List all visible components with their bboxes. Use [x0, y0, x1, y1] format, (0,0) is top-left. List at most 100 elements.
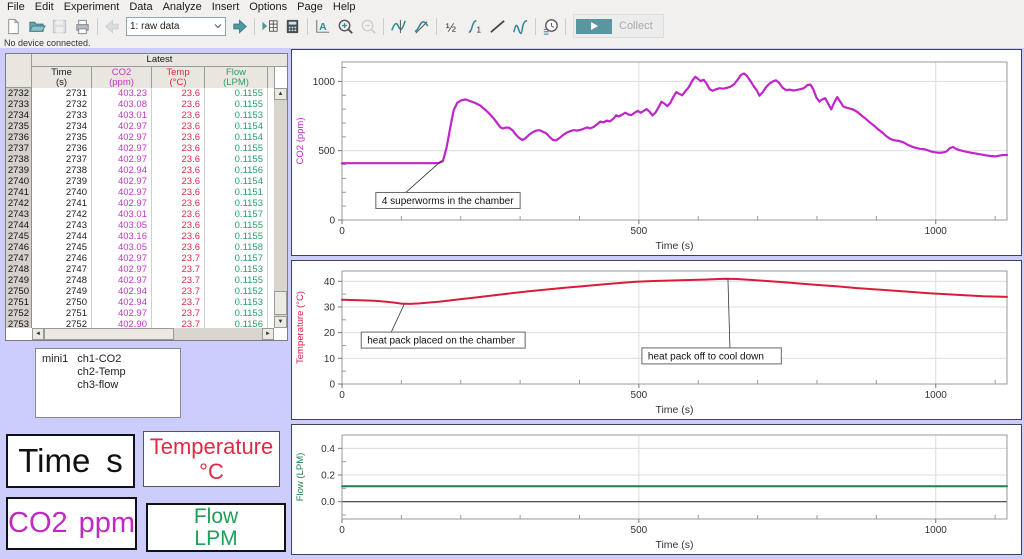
- chart-annotation[interactable]: 4 superworms in the chamber: [376, 192, 520, 208]
- column-header-co2[interactable]: CO2(ppm): [92, 67, 152, 89]
- previous-page-button[interactable]: [101, 16, 124, 37]
- vertical-scroll-thumb[interactable]: [274, 291, 287, 315]
- table-row[interactable]: 27322731403.2323.60.1155: [6, 88, 274, 99]
- menu-item-data[interactable]: Data: [124, 1, 157, 13]
- table-row[interactable]: 27522751402.9723.70.1153: [6, 308, 274, 319]
- temperature-chart-panel[interactable]: 05001000010203040Temperature (°C)Time (s…: [291, 260, 1022, 420]
- toolbar: 1: raw data A ½1 Collect: [0, 14, 1024, 38]
- zoom-out-button[interactable]: [357, 16, 380, 37]
- scroll-down-button[interactable]: ▼: [274, 316, 287, 328]
- table-row[interactable]: 27512750402.9423.70.1153: [6, 297, 274, 308]
- table-row[interactable]: 27362735402.9723.60.1154: [6, 132, 274, 143]
- table-row[interactable]: 27492748402.9723.70.1155: [6, 275, 274, 286]
- table-row[interactable]: 27442743403.0523.60.1155: [6, 220, 274, 231]
- column-header-flow[interactable]: Flow(LPM): [205, 67, 268, 89]
- table-row[interactable]: 27392738402.9423.60.1156: [6, 165, 274, 176]
- toolbar-separator: [97, 18, 98, 35]
- autoscale-button[interactable]: A: [311, 16, 334, 37]
- flow-y-axis-label: Flow (LPM): [295, 453, 306, 502]
- table-row[interactable]: 27422741402.9723.60.1153: [6, 198, 274, 209]
- data-table-body[interactable]: 27322731403.2323.60.115527332732403.0823…: [6, 88, 274, 328]
- integral-button[interactable]: 1: [463, 16, 486, 37]
- table-row[interactable]: 27412740402.9723.60.1151: [6, 187, 274, 198]
- statistics-button[interactable]: ½: [440, 16, 463, 37]
- table-vertical-scrollbar[interactable]: ▲ ▼: [274, 88, 287, 328]
- table-row[interactable]: 27352734402.9723.60.1154: [6, 121, 274, 132]
- chart-annotation[interactable]: heat pack placed on the chamber: [361, 332, 525, 348]
- curve-fit-button[interactable]: [509, 16, 532, 37]
- time-unit-text: s: [106, 442, 123, 480]
- co2-chart-panel[interactable]: 0500100005001000CO2 (ppm)Time (s)4 super…: [291, 49, 1022, 256]
- workspace: Latest Time(s)CO2(ppm)Temp(°C)Flow(LPM) …: [0, 48, 1024, 556]
- menu-item-experiment[interactable]: Experiment: [59, 1, 125, 13]
- svg-text:30: 30: [324, 302, 336, 313]
- data-collection-setup-button[interactable]: [539, 16, 562, 37]
- table-row[interactable]: 27382737402.9723.60.1155: [6, 154, 274, 165]
- menu-item-insert[interactable]: Insert: [207, 1, 245, 13]
- table-horizontal-scrollbar[interactable]: ◄ ►: [32, 328, 274, 340]
- table-row[interactable]: 27332732403.0823.60.1155: [6, 99, 274, 110]
- svg-text:heat pack off to cool down: heat pack off to cool down: [648, 351, 764, 362]
- device-name: mini1: [42, 353, 68, 413]
- svg-text:0: 0: [339, 525, 345, 536]
- zoom-in-button[interactable]: [334, 16, 357, 37]
- linear-fit-button[interactable]: [486, 16, 509, 37]
- flow-label-box[interactable]: Flow LPM: [146, 503, 286, 552]
- menu-item-analyze[interactable]: Analyze: [158, 1, 207, 13]
- table-row[interactable]: 27532752402.9023.70.1156: [6, 319, 274, 328]
- chart-annotation[interactable]: heat pack off to cool down: [642, 348, 781, 364]
- temperature-label-box[interactable]: Temperature °C: [143, 431, 280, 487]
- svg-text:40: 40: [324, 277, 336, 288]
- table-cell[interactable]: 0.1156: [205, 319, 268, 328]
- table-row[interactable]: 27472746402.9723.70.1157: [6, 253, 274, 264]
- scroll-up-button[interactable]: ▲: [274, 88, 287, 100]
- co2-label-text: CO2: [8, 507, 68, 540]
- time-label-text: Time: [18, 442, 90, 480]
- open-file-button[interactable]: [25, 16, 48, 37]
- table-row[interactable]: 27452744403.1623.60.1155: [6, 231, 274, 242]
- table-cell[interactable]: 2752: [32, 319, 92, 328]
- next-page-icon: [230, 17, 249, 36]
- table-cell[interactable]: 23.7: [152, 319, 205, 328]
- dataset-selector-dropdown[interactable]: 1: raw data: [126, 17, 226, 36]
- collect-button[interactable]: Collect: [573, 14, 664, 38]
- calculator-button[interactable]: [281, 16, 304, 37]
- table-row[interactable]: 27432742403.0123.60.1157: [6, 209, 274, 220]
- temp-data-line: [342, 279, 1007, 304]
- svg-text:heat pack placed on the chambe: heat pack placed on the chamber: [367, 336, 516, 347]
- table-row[interactable]: 27502749402.9423.70.1152: [6, 286, 274, 297]
- co2-label-box[interactable]: CO2ppm: [6, 497, 137, 550]
- examine-button[interactable]: [387, 16, 410, 37]
- sensor-note-box[interactable]: mini1 ch1-CO2 ch2-Temp ch3-flow: [35, 348, 181, 418]
- column-header-time[interactable]: Time(s): [32, 67, 92, 89]
- column-header-temp[interactable]: Temp(°C): [152, 67, 205, 89]
- table-row[interactable]: 27372736402.9723.60.1155: [6, 143, 274, 154]
- scroll-right-button[interactable]: ►: [262, 328, 274, 340]
- scroll-left-button[interactable]: ◄: [32, 328, 44, 340]
- menu-item-help[interactable]: Help: [328, 1, 361, 13]
- print-button[interactable]: [71, 16, 94, 37]
- row-number[interactable]: 2753: [6, 319, 32, 328]
- menu-item-page[interactable]: Page: [292, 1, 328, 13]
- tangent-button[interactable]: [410, 16, 433, 37]
- data-table-button[interactable]: [258, 16, 281, 37]
- svg-text:½: ½: [446, 20, 456, 34]
- next-page-button[interactable]: [228, 16, 251, 37]
- table-row[interactable]: 27402739402.9723.60.1154: [6, 176, 274, 187]
- channel-2-label: ch2-Temp: [77, 366, 125, 379]
- horizontal-scroll-thumb[interactable]: [44, 328, 174, 340]
- svg-text:1000: 1000: [925, 525, 948, 536]
- menu-item-options[interactable]: Options: [244, 1, 292, 13]
- menu-item-file[interactable]: File: [2, 1, 30, 13]
- new-document-button[interactable]: [2, 16, 25, 37]
- co2-data-line: [342, 74, 1007, 164]
- table-row[interactable]: 27482747402.9723.70.1153: [6, 264, 274, 275]
- data-table-panel[interactable]: Latest Time(s)CO2(ppm)Temp(°C)Flow(LPM) …: [5, 53, 288, 341]
- flow-chart-panel[interactable]: 050010000.00.20.4Flow (LPM)Time (s): [291, 424, 1022, 555]
- menu-item-edit[interactable]: Edit: [30, 1, 59, 13]
- time-label-box[interactable]: Times: [6, 434, 135, 488]
- table-row[interactable]: 27462745403.0523.60.1158: [6, 242, 274, 253]
- save-button[interactable]: [48, 16, 71, 37]
- table-row[interactable]: 27342733403.0123.60.1153: [6, 110, 274, 121]
- table-cell[interactable]: 402.90: [92, 319, 152, 328]
